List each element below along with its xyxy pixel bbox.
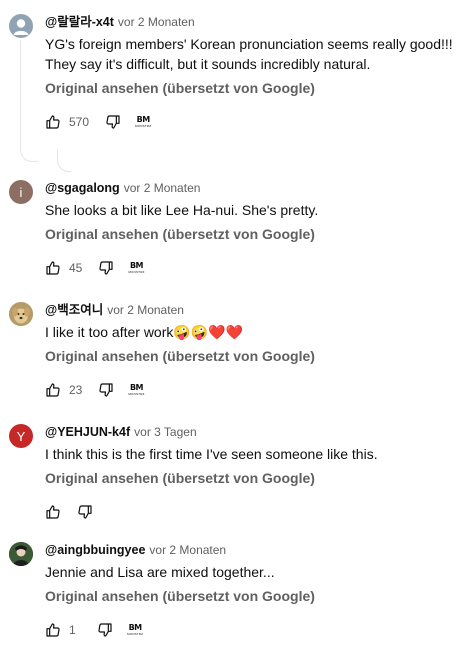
avatar[interactable] (9, 302, 33, 326)
comment-text: I think this is the first time I've seen… (45, 446, 378, 462)
creator-heart-badge: BM MONSTRZ (135, 115, 152, 129)
avatar[interactable] (9, 542, 33, 566)
creator-heart-badge: BM MONSTRZ (128, 383, 145, 397)
avatar[interactable]: i (9, 180, 33, 204)
creator-heart-badge: BM MONSTRZ (127, 623, 144, 637)
profile-photo-icon (9, 542, 33, 566)
timestamp[interactable]: vor 2 Monaten (107, 303, 184, 317)
like-icon[interactable] (45, 382, 61, 398)
timestamp[interactable]: vor 2 Monaten (118, 15, 195, 29)
like-count: 23 (69, 383, 83, 397)
comment-header: @백조여니 vor 2 Monaten (45, 302, 457, 318)
author-name[interactable]: @sgagalong (45, 181, 120, 195)
view-original-link[interactable]: Original ansehen (übersetzt von Google) (45, 586, 457, 606)
comment-header: @aingbbuingyee vor 2 Monaten (45, 542, 457, 558)
comment-text: Jennie and Lisa are mixed together... (45, 564, 275, 580)
author-name[interactable]: @aingbbuingyee (45, 543, 145, 557)
timestamp[interactable]: vor 2 Monaten (149, 543, 226, 557)
default-avatar-icon (13, 19, 29, 35)
like-count: 1 (69, 623, 76, 637)
like-icon[interactable] (45, 260, 61, 276)
timestamp[interactable]: vor 2 Monaten (124, 181, 201, 195)
comment-text: YG's foreign members' Korean pronunciati… (45, 36, 453, 72)
dog-photo-icon (9, 302, 33, 326)
comment-actions: 45 BM MONSTRZ (45, 256, 457, 280)
author-name[interactable]: @YEHJUN-k4f (45, 425, 130, 439)
comment-header: @YEHJUN-k4f vor 3 Tagen (45, 424, 457, 440)
view-original-link[interactable]: Original ansehen (übersetzt von Google) (45, 224, 457, 244)
timestamp[interactable]: vor 3 Tagen (134, 425, 197, 439)
dislike-icon[interactable] (77, 504, 93, 520)
like-icon[interactable] (45, 622, 61, 638)
reply-thread-curve (57, 150, 71, 172)
view-original-link[interactable]: Original ansehen (übersetzt von Google) (45, 468, 457, 488)
comment-text: She looks a bit like Lee Ha-nui. She's p… (45, 202, 319, 218)
dislike-icon[interactable] (97, 622, 113, 638)
creator-heart-badge: BM MONSTRZ (128, 261, 145, 275)
like-count: 45 (69, 261, 83, 275)
reply-thread-line (20, 40, 38, 162)
dislike-icon[interactable] (98, 260, 114, 276)
author-name[interactable]: @랄랄라-x4t (45, 15, 114, 29)
comment-actions (45, 500, 457, 524)
like-icon[interactable] (45, 114, 61, 130)
comment-header: @랄랄라-x4t vor 2 Monaten (45, 14, 457, 30)
dislike-icon[interactable] (98, 382, 114, 398)
view-original-link[interactable]: Original ansehen (übersetzt von Google) (45, 78, 457, 98)
comment-actions: 570 BM MONSTRZ (45, 110, 457, 134)
comment-actions: 1 BM MONSTRZ (45, 618, 457, 642)
avatar[interactable] (9, 14, 33, 38)
dislike-icon[interactable] (105, 114, 121, 130)
view-original-link[interactable]: Original ansehen (übersetzt von Google) (45, 346, 457, 366)
comment-text: I like it too after work🤪🤪❤️❤️ (45, 324, 244, 340)
like-count: 570 (69, 115, 90, 129)
author-name[interactable]: @백조여니 (45, 303, 103, 317)
comment-actions: 23 BM MONSTRZ (45, 378, 457, 402)
comment-header: @sgagalong vor 2 Monaten (45, 180, 457, 196)
like-icon[interactable] (45, 504, 61, 520)
avatar[interactable]: Y (9, 424, 33, 448)
